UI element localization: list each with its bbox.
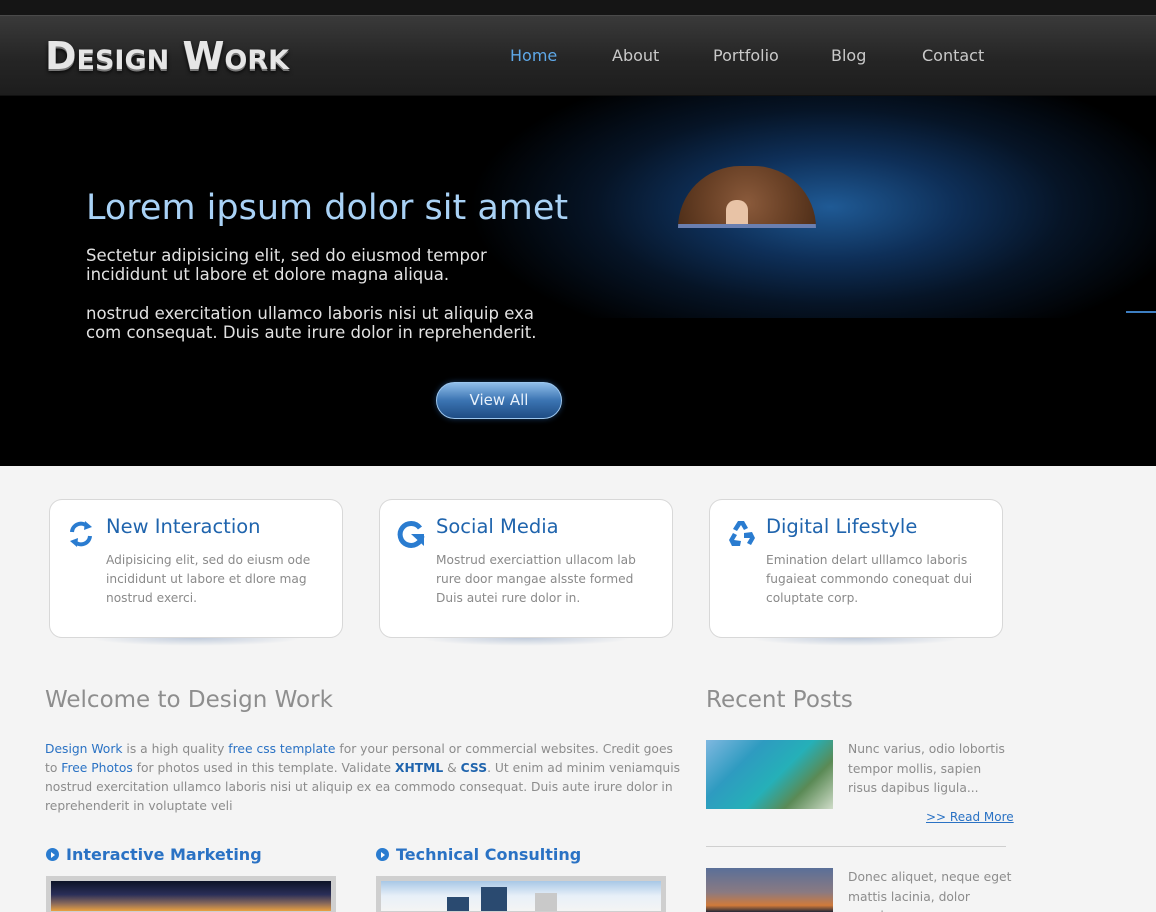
- feature-social-media: Social Media Mostrud exerciattion ullaco…: [379, 499, 673, 646]
- welcome-title: Welcome to Design Work: [45, 687, 333, 713]
- nav-about[interactable]: About: [612, 46, 659, 65]
- welcome-text-part: for photos used in this template. Valida…: [132, 761, 396, 775]
- view-all-button[interactable]: View All: [436, 382, 562, 419]
- post-divider: [706, 846, 1006, 847]
- feature-new-interaction: New Interaction Adipisicing elit, sed do…: [49, 499, 343, 646]
- free-photos-link[interactable]: Free Photos: [61, 761, 133, 775]
- feature-text: Mostrud exerciattion ullacom lab rure do…: [436, 553, 636, 605]
- design-work-link[interactable]: Design Work: [45, 742, 123, 756]
- hero-paragraph-1: Sectetur adipisicing elit, sed do eiusmo…: [86, 246, 487, 284]
- building-shape: [447, 897, 469, 911]
- feature-title[interactable]: Digital Lifestyle: [766, 515, 917, 538]
- nav-home[interactable]: Home: [510, 46, 557, 65]
- section-title: Interactive Marketing: [66, 845, 262, 864]
- building-shape: [481, 887, 507, 911]
- welcome-text-part: is a high quality: [122, 742, 229, 756]
- feature-text: Adipisicing elit, sed do eiusm ode incid…: [106, 553, 311, 605]
- read-more-link[interactable]: >> Read More: [926, 810, 1014, 824]
- hero-title: Lorem ipsum dolor sit amet: [86, 188, 569, 228]
- hero-accent-line: [1126, 311, 1156, 313]
- welcome-text-part: &: [443, 761, 461, 775]
- post-thumbnail[interactable]: [706, 740, 833, 809]
- site-logo[interactable]: Design Work: [45, 34, 289, 78]
- nav-portfolio[interactable]: Portfolio: [713, 46, 779, 65]
- post-excerpt: Nunc varius, odio lobortis tempor mollis…: [848, 742, 1005, 795]
- post-thumbnail[interactable]: [706, 868, 833, 912]
- feature-digital-lifestyle: Digital Lifestyle Emination delart ullla…: [709, 499, 1003, 646]
- section-interactive-marketing[interactable]: Interactive Marketing: [46, 845, 262, 864]
- feature-text: Emination delart ulllamco laboris fugaie…: [766, 553, 973, 605]
- nav-contact[interactable]: Contact: [922, 46, 984, 65]
- section-technical-consulting[interactable]: Technical Consulting: [376, 845, 581, 864]
- building-shape: [535, 893, 557, 911]
- circular-arrow-icon: [395, 518, 427, 550]
- post-excerpt: Donec aliquet, neque eget mattis lacinia…: [848, 870, 1012, 912]
- xhtml-link[interactable]: XHTML: [395, 761, 443, 775]
- city-night-image: [46, 876, 336, 912]
- top-strip: [0, 0, 1156, 15]
- css-link[interactable]: CSS: [461, 761, 487, 775]
- css-label: CSS: [460, 761, 488, 775]
- welcome-text: Design Work is a high quality free css t…: [45, 740, 681, 816]
- recent-posts-title: Recent Posts: [706, 687, 853, 713]
- skyscraper-image: [376, 876, 666, 912]
- play-bullet-icon: [46, 848, 59, 861]
- section-title: Technical Consulting: [396, 845, 582, 864]
- play-bullet-icon: [376, 848, 389, 861]
- recycle-icon: [725, 518, 757, 550]
- site-header: Design Work Home About Portfolio Blog Co…: [0, 15, 1156, 96]
- nav-blog[interactable]: Blog: [831, 46, 866, 65]
- hero-image-strip: [678, 224, 816, 228]
- feature-title[interactable]: New Interaction: [106, 515, 261, 538]
- hero-paragraph-2: nostrud exercitation ullamco laboris nis…: [86, 304, 537, 342]
- feature-title[interactable]: Social Media: [436, 515, 559, 538]
- free-css-template-link[interactable]: free css template: [228, 742, 335, 756]
- refresh-arrows-icon: [65, 518, 97, 550]
- hero-banner: Lorem ipsum dolor sit amet Sectetur adip…: [0, 96, 1156, 466]
- xhtml-label: XHTML: [395, 761, 444, 775]
